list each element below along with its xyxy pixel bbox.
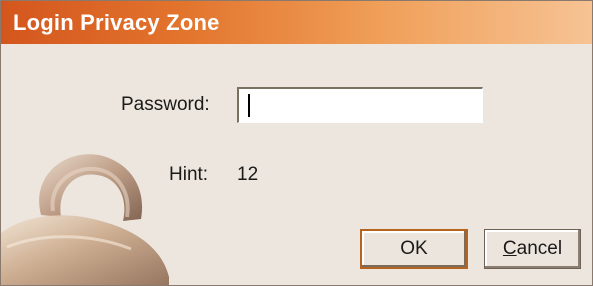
password-label: Password: [121, 94, 210, 115]
cancel-button[interactable]: Cancel [484, 229, 581, 269]
hint-label: Hint: [169, 164, 209, 185]
ok-button[interactable]: OK [360, 229, 468, 269]
password-field[interactable] [237, 87, 483, 123]
padlock-icon [1, 154, 169, 285]
login-dialog: Login Privacy Zone Password: Hint: 12 OK… [0, 0, 593, 286]
cancel-label-rest: ancel [516, 238, 563, 259]
title-bar[interactable]: Login Privacy Zone [1, 1, 592, 44]
window-title: Login Privacy Zone [13, 10, 220, 35]
hint-value: 12 [237, 164, 259, 185]
cancel-mnemonic: C [502, 238, 517, 259]
text-caret [248, 94, 250, 117]
